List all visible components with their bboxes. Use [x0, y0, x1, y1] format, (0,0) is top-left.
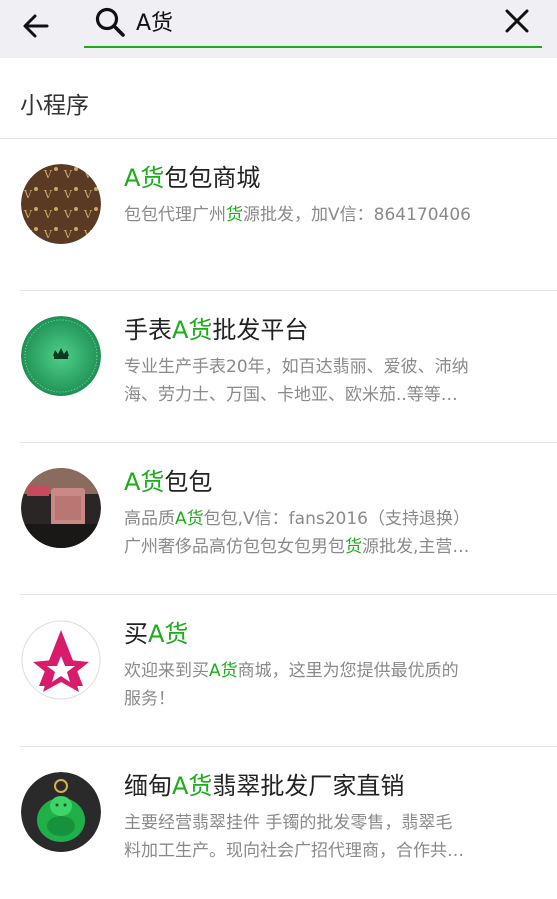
- result-description: 主要经营翡翠挂件 手镯的批发零售，翡翠毛 料加工生产。现向社会广招代理商，合作共…: [124, 813, 464, 861]
- back-button[interactable]: [18, 8, 54, 44]
- result-title: 缅甸A货翡翠批发厂家直销: [124, 772, 405, 800]
- jade-buddha-avatar: [21, 772, 101, 852]
- result-title: 手表A货批发平台: [124, 316, 309, 344]
- rolex-green-dial-avatar: [21, 316, 101, 396]
- search-field[interactable]: [84, 0, 542, 48]
- list-item[interactable]: 手表A货批发平台 专业生产手表20年，如百达翡丽、爱彼、沛纳 海、劳力士、万国、…: [0, 291, 557, 443]
- list-item[interactable]: A货包包 高品质A货包包,V信：fans2016（支持退换） 广州奢侈品高仿包包…: [0, 443, 557, 595]
- result-title: A货包包商城: [124, 164, 261, 192]
- list-item[interactable]: V A货包包商城 包包代理广州货源批发，加V信：864170406: [0, 139, 557, 291]
- search-input[interactable]: [136, 6, 476, 36]
- result-description: 高品质A货包包,V信：fans2016（支持退换） 广州奢侈品高仿包包女包男包货…: [124, 509, 470, 557]
- result-description: 包包代理广州货源批发，加V信：864170406: [124, 205, 471, 225]
- result-title: 买A货: [124, 620, 189, 648]
- close-icon: [505, 9, 529, 33]
- clear-search-button[interactable]: [502, 6, 532, 36]
- result-description: 专业生产手表20年，如百达翡丽、爱彼、沛纳 海、劳力士、万国、卡地亚、欧米茄..…: [124, 357, 469, 405]
- list-item[interactable]: 缅甸A货翡翠批发厂家直销 主要经营翡翠挂件 手镯的批发零售，翡翠毛 料加工生产。…: [0, 747, 557, 899]
- results-list: V A货包包商城 包包代理广州货源批发，加V信：864170406: [0, 139, 557, 899]
- search-bar: [0, 0, 557, 58]
- handbag-photo-avatar: [21, 468, 101, 548]
- section-title-mini-programs: 小程序: [20, 93, 89, 119]
- lv-monogram-avatar: V: [21, 164, 101, 244]
- arrow-left-icon: [23, 14, 49, 38]
- search-icon: [95, 7, 125, 37]
- list-item[interactable]: 买A货 欢迎来到买A货商城，这里为您提供最优质的 服务！: [0, 595, 557, 747]
- result-title: A货包包: [124, 468, 213, 496]
- pink-star-logo-avatar: [21, 620, 101, 700]
- result-description: 欢迎来到买A货商城，这里为您提供最优质的 服务！: [124, 661, 459, 709]
